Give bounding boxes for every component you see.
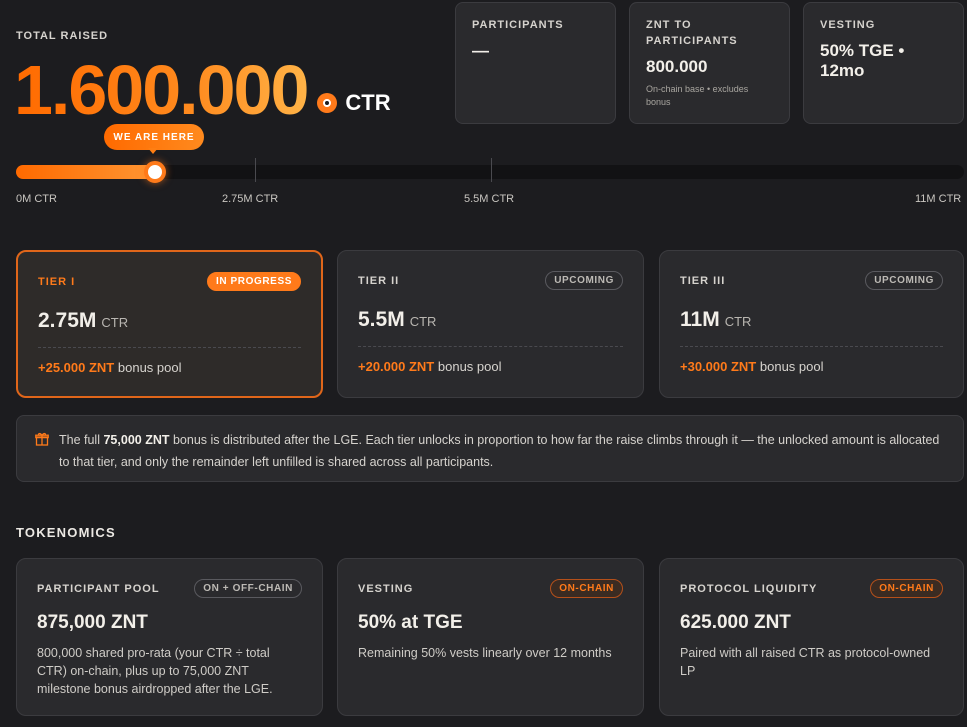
ctr-coin-icon — [317, 93, 338, 113]
stat-card-vesting: VESTING 50% TGE • 12mo — [803, 2, 964, 124]
tok-desc: Remaining 50% vests linearly over 12 mon… — [358, 646, 612, 660]
stat-value: 800.000 — [646, 57, 708, 76]
stat-label: VESTING — [820, 19, 876, 31]
tier-unit: CTR — [409, 314, 437, 329]
tick-label-0: 0M CTR — [16, 193, 57, 205]
tick-label-2: 5.5M CTR — [464, 193, 515, 205]
tier-bonus-suffix: bonus pool — [437, 359, 502, 374]
status-badge: UPCOMING — [865, 271, 943, 290]
tier-name: TIER III — [680, 274, 726, 287]
stat-value: 50% TGE • 12mo — [820, 41, 905, 80]
tier-bonus-suffix: bonus pool — [759, 359, 824, 374]
tier-bonus-amount: +30.000 ZNT — [680, 359, 757, 374]
stat-card-participants: PARTICIPANTS — — [455, 2, 616, 124]
tok-badge: ON-CHAIN — [550, 579, 623, 598]
tier-amount: 2.75M — [38, 309, 97, 332]
tier-amount: 11M — [680, 308, 720, 331]
currency-unit: CTR — [317, 90, 391, 116]
progress-track — [16, 161, 964, 183]
tier-bonus-amount: +20.000 ZNT — [358, 359, 435, 374]
tier-bonus-suffix: bonus pool — [117, 360, 182, 375]
tok-desc: 800,000 shared pro-rata (your CTR ÷ tota… — [37, 646, 273, 696]
info-highlight: 75,000 ZNT — [103, 433, 170, 447]
tok-label: VESTING — [358, 582, 414, 595]
info-prefix: The full — [59, 433, 100, 447]
progress-tick — [255, 158, 256, 182]
tier-divider — [680, 346, 943, 347]
tier-divider — [358, 346, 623, 347]
gift-icon — [35, 432, 49, 446]
tokenomics-card-vesting: VESTING ON-CHAIN 50% at TGE Remaining 50… — [337, 558, 644, 716]
tokenomics-card-protocol-liquidity: PROTOCOL LIQUIDITY ON-CHAIN 625.000 ZNT … — [659, 558, 964, 716]
total-raised-label: TOTAL RAISED — [16, 30, 109, 42]
progress-knob — [144, 161, 167, 183]
progress-tick — [491, 158, 492, 182]
tok-desc: Paired with all raised CTR as protocol-o… — [680, 646, 931, 678]
tok-value: 50% at TGE — [358, 612, 463, 633]
stat-value: — — [472, 41, 489, 60]
tier-bonus: +30.000 ZNT bonus pool — [680, 359, 943, 374]
stat-card-znt-to-participants: ZNT TO PARTICIPANTS 800.000 On-chain bas… — [629, 2, 790, 124]
tok-badge: ON + OFF-CHAIN — [194, 579, 302, 598]
tier-unit: CTR — [101, 315, 129, 330]
tier-name: TIER I — [38, 275, 76, 288]
stat-note: On-chain base • excludes bonus — [646, 84, 749, 107]
tok-label: PARTICIPANT POOL — [37, 582, 160, 595]
tier-name: TIER II — [358, 274, 400, 287]
tier-amount: 5.5M — [358, 308, 405, 331]
tick-label-3: 11M CTR — [915, 193, 962, 205]
currency-label: CTR — [345, 90, 391, 115]
status-badge: IN PROGRESS — [206, 272, 301, 291]
tier-bonus-amount: +25.000 ZNT — [38, 360, 115, 375]
tier-bonus: +25.000 ZNT bonus pool — [38, 360, 301, 375]
info-text: bonus is distributed after the LGE. Each… — [59, 433, 940, 469]
tokenomics-card-participant-pool: PARTICIPANT POOL ON + OFF-CHAIN 875,000 … — [16, 558, 323, 716]
stat-label: PARTICIPANTS — [472, 19, 564, 31]
status-badge: UPCOMING — [545, 271, 623, 290]
total-raised-value: 1.600.000 — [14, 51, 309, 129]
tokenomics-title: TOKENOMICS — [16, 525, 116, 540]
tier-unit: CTR — [724, 314, 752, 329]
tier-divider — [38, 347, 301, 348]
tick-label-1: 2.75M CTR — [222, 193, 279, 205]
tok-badge: ON-CHAIN — [870, 579, 943, 598]
tier-card-3[interactable]: TIER III UPCOMING 11M CTR +30.000 ZNT bo… — [659, 250, 964, 398]
progress-fill — [16, 165, 156, 179]
marker-pointer — [148, 148, 158, 154]
tier-card-2[interactable]: TIER II UPCOMING 5.5M CTR +20.000 ZNT bo… — [337, 250, 644, 398]
total-raised-row: 1.600.000 CTR — [14, 52, 391, 128]
tok-label: PROTOCOL LIQUIDITY — [680, 582, 818, 595]
tok-value: 875,000 ZNT — [37, 612, 148, 633]
tier-card-1[interactable]: TIER I IN PROGRESS 2.75M CTR +25.000 ZNT… — [16, 250, 323, 398]
bonus-info-box: The full 75,000 ZNT bonus is distributed… — [16, 415, 964, 482]
we-are-here-marker: WE ARE HERE — [104, 124, 204, 150]
stat-label: ZNT TO PARTICIPANTS — [646, 19, 738, 47]
tier-bonus: +20.000 ZNT bonus pool — [358, 359, 623, 374]
tok-value: 625.000 ZNT — [680, 612, 791, 633]
